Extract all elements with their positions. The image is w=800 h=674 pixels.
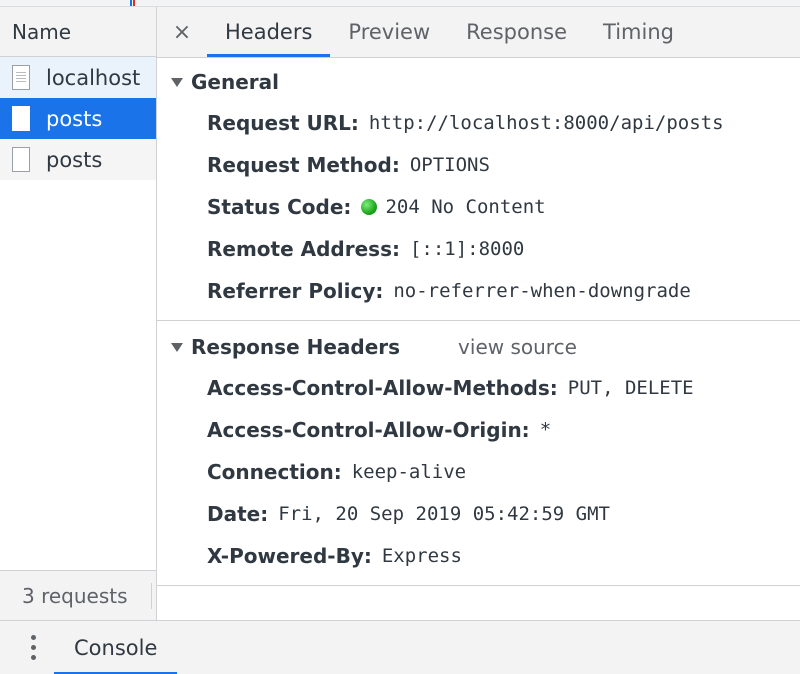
- request-count: 3 requests: [22, 583, 128, 608]
- section-title: Response Headers: [191, 335, 401, 359]
- header-key: Remote Address:: [207, 237, 400, 261]
- close-icon[interactable]: ×: [157, 20, 207, 45]
- header-key: Date:: [207, 502, 269, 526]
- file-icon: [12, 147, 30, 172]
- document-icon: [12, 65, 30, 90]
- header-key: Request URL:: [207, 111, 359, 135]
- header-row-request-url: Request URL: http://localhost:8000/api/p…: [157, 102, 800, 144]
- header-row-request-method: Request Method: OPTIONS: [157, 144, 800, 186]
- request-count-footer: 3 requests: [0, 570, 156, 620]
- triangle-down-icon: [171, 77, 183, 87]
- status-ok-icon: [361, 199, 378, 215]
- header-row-status-code: Status Code: 204 No Content: [157, 186, 800, 228]
- name-column-header[interactable]: Name: [0, 7, 156, 57]
- section-title: General: [191, 70, 279, 94]
- header-value: OPTIONS: [409, 154, 490, 176]
- request-row-posts-selected[interactable]: posts: [0, 98, 156, 139]
- header-key: Request Method:: [207, 153, 400, 177]
- console-tab-label: Console: [74, 635, 158, 660]
- header-row-connection: Connection: keep-alive: [157, 451, 800, 493]
- header-value: [::1]:8000: [409, 238, 525, 260]
- header-key: Access-Control-Allow-Methods:: [207, 376, 558, 400]
- header-key: Status Code:: [207, 195, 352, 219]
- header-key: Referrer Policy:: [207, 279, 384, 303]
- request-row-localhost[interactable]: localhost: [0, 57, 156, 98]
- header-value: Express: [381, 545, 462, 567]
- file-icon: [12, 106, 30, 131]
- tab-headers[interactable]: Headers: [207, 7, 331, 57]
- footer-divider: [151, 583, 152, 609]
- response-headers-section: Response Headers view source Access-Cont…: [157, 327, 800, 586]
- header-row-allow-origin: Access-Control-Allow-Origin: *: [157, 409, 800, 451]
- header-key: Connection:: [207, 460, 342, 484]
- header-row-date: Date: Fri, 20 Sep 2019 05:42:59 GMT: [157, 493, 800, 535]
- tab-console[interactable]: Console: [54, 621, 178, 674]
- name-column-label: Name: [12, 19, 72, 44]
- header-value: 204 No Content: [385, 196, 546, 218]
- request-name: posts: [46, 147, 103, 172]
- tab-response[interactable]: Response: [448, 7, 585, 57]
- header-row-referrer-policy: Referrer Policy: no-referrer-when-downgr…: [157, 270, 800, 312]
- drawer-toolbar: Console: [0, 620, 800, 674]
- general-section: General Request URL: http://localhost:80…: [157, 62, 800, 321]
- header-key: X-Powered-By:: [207, 544, 372, 568]
- header-row-allow-methods: Access-Control-Allow-Methods: PUT, DELET…: [157, 367, 800, 409]
- triangle-down-icon: [171, 342, 183, 352]
- header-row-remote-address: Remote Address: [::1]:8000: [157, 228, 800, 270]
- header-value: *: [539, 419, 552, 441]
- tab-preview[interactable]: Preview: [330, 7, 448, 57]
- header-key: Access-Control-Allow-Origin:: [207, 418, 530, 442]
- request-details-panel: × Headers Preview Response Timing Genera…: [157, 7, 800, 620]
- tab-timing[interactable]: Timing: [585, 7, 692, 57]
- request-name: posts: [46, 106, 103, 131]
- header-row-x-powered-by: X-Powered-By: Express: [157, 535, 800, 577]
- header-value: keep-alive: [351, 461, 467, 483]
- more-vertical-icon[interactable]: [28, 635, 38, 660]
- request-row-posts[interactable]: posts: [0, 139, 156, 180]
- details-tab-bar: × Headers Preview Response Timing: [157, 7, 800, 58]
- request-name: localhost: [46, 65, 141, 90]
- timeline-strip: [0, 0, 800, 7]
- header-value: PUT, DELETE: [567, 377, 694, 399]
- header-value: http://localhost:8000/api/posts: [368, 112, 724, 134]
- request-list-panel: Name localhost posts posts 3 requests: [0, 7, 157, 620]
- header-value: Fri, 20 Sep 2019 05:42:59 GMT: [278, 503, 610, 525]
- response-headers-section-header[interactable]: Response Headers view source: [157, 327, 800, 367]
- general-section-header[interactable]: General: [157, 62, 800, 102]
- header-value: no-referrer-when-downgrade: [393, 280, 691, 302]
- view-source-link[interactable]: view source: [458, 335, 577, 359]
